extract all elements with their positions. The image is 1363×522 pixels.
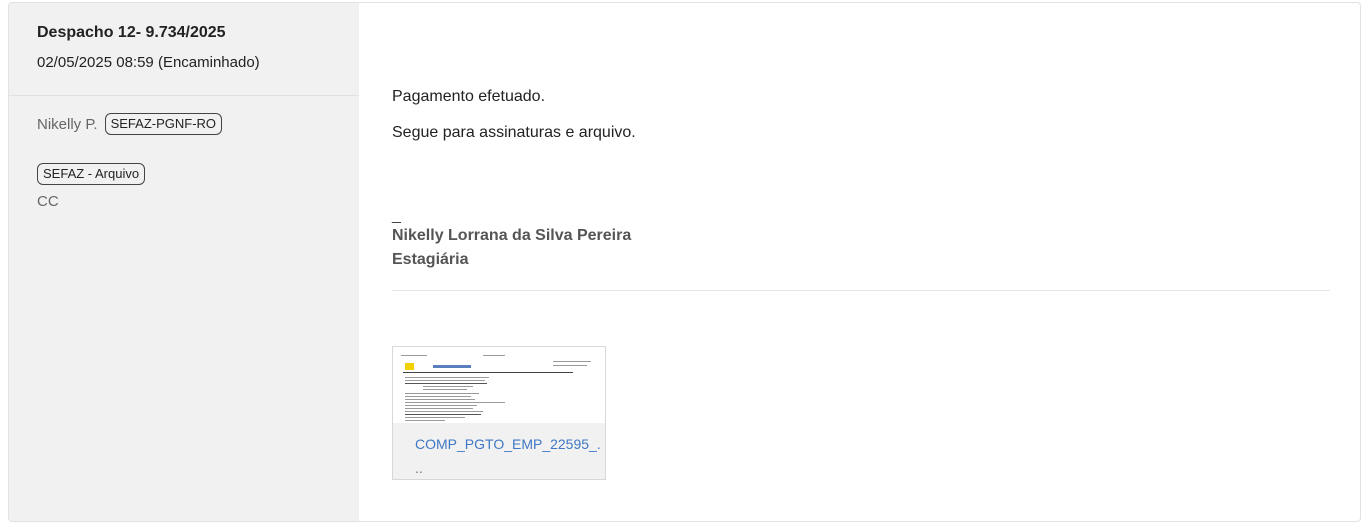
sender-name: Nikelly P. [37,115,98,133]
recipient-sector-tag[interactable]: SEFAZ - Arquivo [37,163,146,185]
despacho-title: Despacho 12- 9.734/2025 [37,24,226,41]
thumb-line [405,408,473,409]
recipient-row: SEFAZ - Arquivo [37,161,359,187]
thumb-line [405,411,483,412]
thumb-line [405,405,477,406]
cc-label: CC [37,193,59,210]
message-line: Pagamento efetuado. [392,88,546,105]
thumb-line [483,355,505,356]
despacho-content: Pagamento efetuado. Segue para assinatur… [359,3,1360,521]
thumb-line [405,417,465,418]
bank-logo-icon [405,363,414,370]
despacho-card: Despacho 12- 9.734/2025 02/05/2025 08:59… [8,2,1361,522]
thumb-line [401,355,427,356]
despacho-routing: Nikelly P. SEFAZ-PGNF-RO SEFAZ - Arquivo… [9,96,359,210]
thumb-line [405,414,481,415]
thumb-line [553,361,591,362]
thumb-title-line [433,365,471,368]
signature-role: Estagiária [392,251,469,268]
thumb-line [423,386,473,387]
attachment-thumbnail [393,347,605,423]
message-line: Segue para assinaturas e arquivo. [392,124,636,141]
thumb-line [405,380,485,381]
thumb-line [405,399,475,400]
despacho-datetime-status: 02/05/2025 08:59 (Encaminhado) [37,54,260,71]
signature-block: _ Nikelly Lorrana da Silva Pereira Estag… [392,207,632,272]
thumb-line [403,372,573,373]
thumb-line [405,377,489,378]
thumb-line [405,383,487,384]
attachment-card[interactable]: COMP_PGTO_EMP_22595_. .. [392,346,606,480]
signature-dash: _ [392,207,401,224]
thumb-line [405,402,505,403]
despacho-sidebar: Despacho 12- 9.734/2025 02/05/2025 08:59… [9,3,359,521]
thumb-line [553,365,587,366]
signature-name: Nikelly Lorrana da Silva Pereira [392,227,632,244]
sender-sector-tag[interactable]: SEFAZ-PGNF-RO [104,113,223,135]
content-divider [392,290,1330,291]
thumb-line [405,393,479,394]
attachment-filename-link[interactable]: COMP_PGTO_EMP_22595_. [415,437,605,451]
thumb-line [405,420,445,421]
attachment-filename-ellipsis: .. [415,460,423,476]
sender-row: Nikelly P. SEFAZ-PGNF-RO [37,111,359,137]
thumb-line [423,389,467,390]
thumb-line [405,396,471,397]
attachment-footer: COMP_PGTO_EMP_22595_. .. [393,423,605,479]
message-body: Pagamento efetuado. Segue para assinatur… [392,87,636,159]
despacho-header: Despacho 12- 9.734/2025 02/05/2025 08:59… [9,3,359,96]
